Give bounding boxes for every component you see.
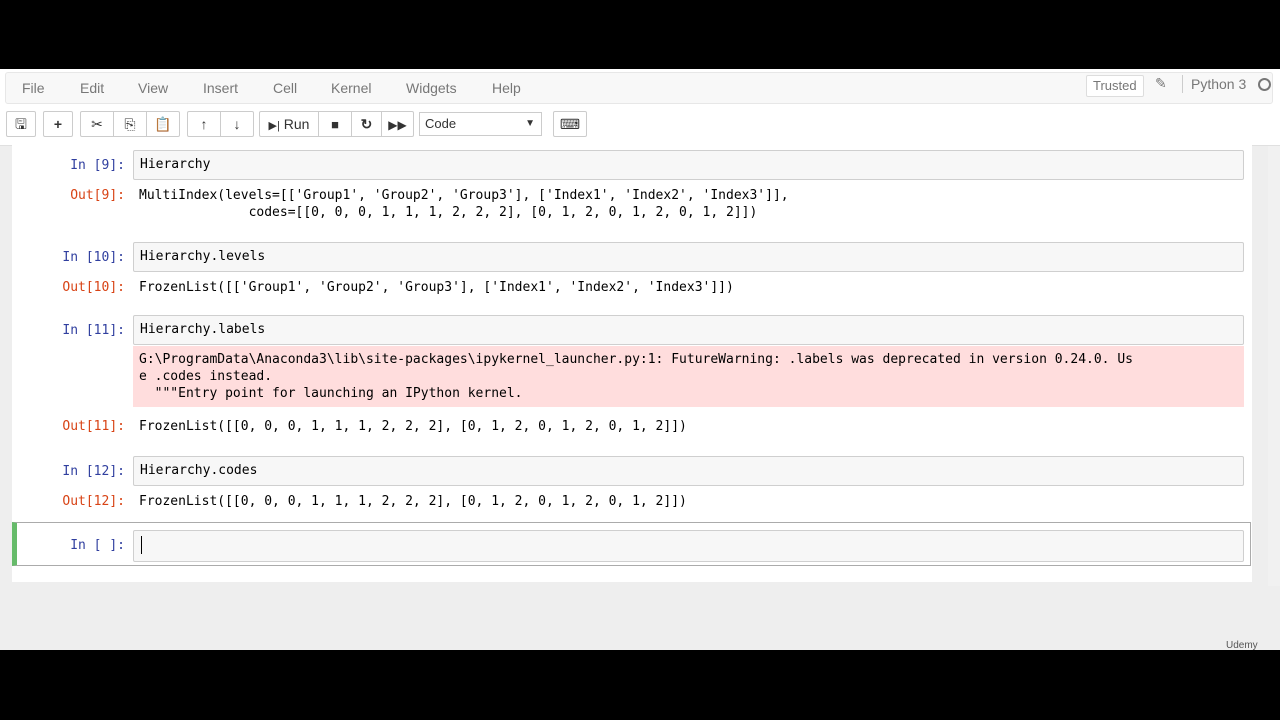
header: File Edit View Insert Cell Kernel Widget… [0, 69, 1280, 146]
copy-button[interactable]: ⎘ [113, 111, 147, 137]
scissors-icon: ✂ [91, 116, 103, 132]
code-cell-input[interactable]: Hierarchy [133, 150, 1244, 180]
fast-forward-icon: ▶▶ [388, 118, 407, 132]
out-prompt: Out[10]: [62, 280, 125, 295]
scrollbar[interactable] [1268, 146, 1280, 586]
kernel-divider [1182, 75, 1183, 93]
in-prompt: In [10]: [62, 250, 125, 265]
code-cell-input[interactable]: Hierarchy.codes [133, 456, 1244, 486]
menu-widgets[interactable]: Widgets [406, 73, 457, 103]
command-palette-button[interactable]: ⌨ [553, 111, 587, 137]
stderr-warning: G:\ProgramData\Anaconda3\lib\site-packag… [133, 346, 1244, 407]
restart-button[interactable]: ↻ [351, 111, 382, 137]
move-up-button[interactable]: ↑ [187, 111, 221, 137]
kernel-status-icon [1258, 78, 1271, 91]
cell-type-value: Code [425, 116, 457, 131]
restart-run-all-button[interactable]: ▶▶ [381, 111, 414, 137]
move-down-button[interactable]: ↓ [220, 111, 254, 137]
save-button[interactable]: 🖫 [6, 111, 36, 137]
cell-output: FrozenList([[0, 0, 0, 1, 1, 1, 2, 2, 2],… [139, 494, 687, 509]
cell-output: MultiIndex(levels=[['Group1', 'Group2', … [139, 188, 789, 220]
trusted-indicator[interactable]: Trusted [1086, 75, 1144, 97]
in-prompt: In [11]: [62, 323, 125, 338]
paste-button[interactable]: 📋 [146, 111, 180, 137]
stop-icon: ■ [331, 117, 339, 132]
in-prompt: In [9]: [70, 158, 125, 173]
notebook-area: In [9]: Hierarchy Out[9]: MultiIndex(lev… [0, 142, 1280, 650]
keyboard-icon: ⌨ [559, 116, 581, 132]
pencil-icon[interactable]: ✎ [1155, 75, 1167, 92]
cell-type-select[interactable]: Code ▼ [419, 112, 542, 136]
paste-icon: 📋 [154, 116, 172, 132]
in-prompt: In [ ]: [70, 538, 125, 553]
code-cell-input[interactable]: Hierarchy.labels [133, 315, 1244, 345]
run-button[interactable]: ▶| Run [259, 111, 319, 137]
active-code-input[interactable] [133, 530, 1244, 562]
menubar: File Edit View Insert Cell Kernel Widget… [5, 72, 1273, 104]
text-cursor [141, 536, 142, 554]
caret-down-icon: ▼ [525, 118, 535, 129]
in-prompt: In [12]: [62, 464, 125, 479]
cell-output: FrozenList([['Group1', 'Group2', 'Group3… [139, 280, 734, 295]
plus-icon: + [53, 116, 63, 132]
kernel-name: Python 3 [1191, 76, 1247, 92]
arrow-up-icon: ↑ [200, 116, 208, 132]
menu-file[interactable]: File [22, 73, 45, 103]
cell-output: FrozenList([[0, 0, 0, 1, 1, 1, 2, 2, 2],… [139, 419, 687, 434]
cut-button[interactable]: ✂ [80, 111, 114, 137]
menu-kernel[interactable]: Kernel [331, 73, 371, 103]
save-icon: 🖫 [15, 116, 27, 132]
run-label: Run [283, 116, 310, 132]
out-prompt: Out[12]: [62, 494, 125, 509]
arrow-down-icon: ↓ [233, 116, 241, 132]
restart-icon: ↻ [360, 116, 373, 132]
out-prompt: Out[9]: [70, 188, 125, 203]
menu-insert[interactable]: Insert [203, 73, 238, 103]
copy-icon: ⎘ [124, 116, 136, 132]
code-cell-input[interactable]: Hierarchy.levels [133, 242, 1244, 272]
menu-cell[interactable]: Cell [273, 73, 297, 103]
step-forward-icon: ▶| [268, 120, 280, 132]
menu-edit[interactable]: Edit [80, 73, 104, 103]
out-prompt: Out[11]: [62, 419, 125, 434]
insert-cell-button[interactable]: + [43, 111, 73, 137]
toolbar: 🖫 + ✂ ⎘ 📋 ↑ ↓ ▶| Run ■ ↻ ▶▶ Code ▼ ⌨ [0, 109, 1280, 139]
interrupt-button[interactable]: ■ [318, 111, 352, 137]
udemy-watermark: Udemy [1226, 640, 1258, 651]
menu-view[interactable]: View [138, 73, 168, 103]
menu-help[interactable]: Help [492, 73, 521, 103]
jupyter-app: File Edit View Insert Cell Kernel Widget… [0, 69, 1280, 650]
